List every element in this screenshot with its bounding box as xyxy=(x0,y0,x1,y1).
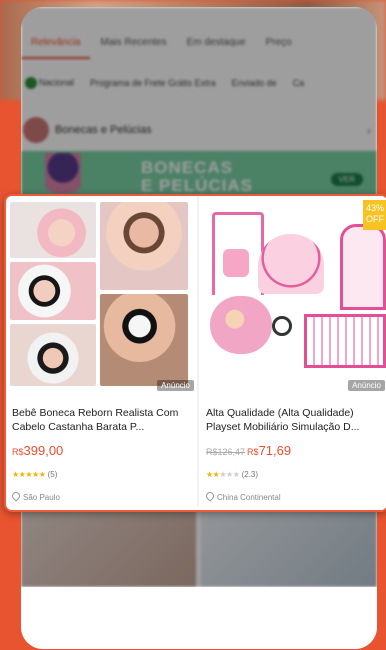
product-photo xyxy=(100,202,188,290)
toy-high-chair-image xyxy=(340,224,386,310)
product-photo xyxy=(10,262,96,320)
divider xyxy=(197,196,199,506)
star-empty-icon: ★★★ xyxy=(219,470,240,479)
product-location: China Continental xyxy=(204,490,281,502)
discount-badge: 43% OFF xyxy=(363,200,386,230)
ad-badge: Anúncio xyxy=(157,380,194,391)
product-rating: ★★★★★ (5) xyxy=(12,470,57,479)
currency-prefix: R$ xyxy=(247,447,259,457)
product-photo xyxy=(10,324,96,386)
wheel-shape xyxy=(272,316,292,336)
currency-prefix: R$ xyxy=(12,447,24,457)
product-card[interactable]: 43% OFF Anúncio Alta Qualidade (Alta Qua… xyxy=(200,196,386,506)
product-title[interactable]: Alta Qualidade (Alta Qualidade) Playset … xyxy=(206,406,384,434)
discount-suffix: OFF xyxy=(366,214,384,224)
price-value: 71,69 xyxy=(258,443,292,458)
highlighted-product-row: Anúncio Bebê Boneca Reborn Realista Com … xyxy=(4,194,386,512)
product-title[interactable]: Bebê Boneca Reborn Realista Com Cabelo C… xyxy=(12,406,190,434)
toy-swing-image xyxy=(212,212,264,295)
rating-count: (5) xyxy=(47,470,58,479)
product-photo xyxy=(10,202,96,258)
product-title-text: Alta Qualidade (Alta Qualidade) Playset … xyxy=(206,407,360,433)
product-location: São Paulo xyxy=(10,490,60,502)
ad-badge: Anúncio xyxy=(348,380,385,391)
product-rating: ★★★★★ (2.3) xyxy=(206,470,258,479)
location-text: São Paulo xyxy=(23,493,60,502)
location-text: China Continental xyxy=(217,493,281,502)
discount-percent: 43% xyxy=(365,203,384,213)
toy-rocker-image xyxy=(210,296,272,354)
product-price: R$126,47 R$71,69 xyxy=(206,443,291,458)
toy-pram-image xyxy=(258,234,324,294)
product-title-text: Bebê Boneca Reborn Realista Com Cabelo C… xyxy=(12,407,179,433)
product-photo xyxy=(100,294,188,386)
bottom-area xyxy=(21,587,377,649)
product-image[interactable]: Anúncio xyxy=(6,196,196,392)
location-pin-icon xyxy=(10,490,22,502)
product-price: R$399,00 xyxy=(12,443,63,458)
location-pin-icon xyxy=(204,490,216,502)
price-value: 399,00 xyxy=(23,443,64,458)
star-icon: ★★ xyxy=(206,470,220,479)
star-icon: ★★★★★ xyxy=(12,470,46,479)
product-image[interactable]: 43% OFF Anúncio xyxy=(200,196,386,392)
product-card[interactable]: Anúncio Bebê Boneca Reborn Realista Com … xyxy=(6,196,196,506)
rating-count: (2.3) xyxy=(241,470,259,479)
toy-crib-image xyxy=(304,314,386,368)
original-price: R$126,47 xyxy=(206,447,246,457)
